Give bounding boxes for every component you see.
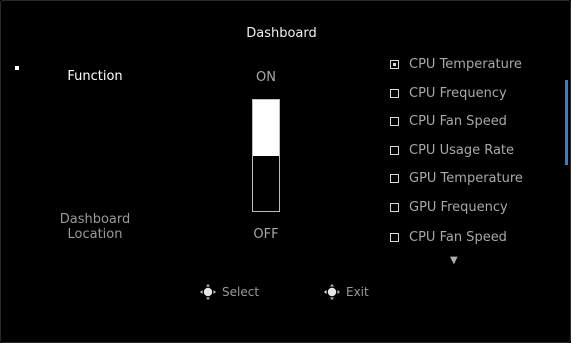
- option-item[interactable]: CPU Fan Speed: [390, 228, 507, 246]
- exit-hint: Exit: [323, 283, 369, 301]
- checkbox-icon[interactable]: [390, 232, 399, 242]
- toggle-fill: [253, 100, 279, 156]
- checkbox-checked-icon[interactable]: [390, 59, 399, 69]
- function-toggle[interactable]: [252, 99, 280, 212]
- checkbox-icon[interactable]: [390, 173, 399, 183]
- selection-marker: [15, 66, 19, 70]
- option-item[interactable]: CPU Frequency: [390, 84, 507, 102]
- exit-hint-label: Exit: [346, 285, 369, 299]
- option-label: GPU Frequency: [409, 199, 508, 215]
- checkbox-icon[interactable]: [390, 116, 399, 126]
- toggle-on-label[interactable]: ON: [246, 70, 286, 85]
- option-item[interactable]: CPU Temperature: [390, 55, 522, 73]
- scrollbar[interactable]: [565, 80, 568, 165]
- joystick-press-icon: [200, 284, 216, 300]
- checkbox-icon[interactable]: [390, 145, 399, 155]
- select-hint-label: Select: [222, 285, 260, 299]
- option-label: CPU Temperature: [409, 56, 522, 72]
- option-item[interactable]: GPU Temperature: [390, 169, 523, 187]
- option-item[interactable]: GPU Frequency: [390, 198, 508, 216]
- option-label: CPU Usage Rate: [409, 142, 515, 158]
- checkbox-icon[interactable]: [390, 202, 399, 212]
- more-down-arrow-icon[interactable]: ▼: [450, 255, 458, 266]
- checkbox-icon[interactable]: [390, 88, 399, 98]
- menu-item-dashboard-location[interactable]: Dashboard Location: [50, 212, 140, 242]
- option-label: CPU Fan Speed: [409, 113, 507, 129]
- option-item[interactable]: CPU Usage Rate: [390, 141, 514, 159]
- toggle-off-label[interactable]: OFF: [246, 227, 286, 242]
- joystick-move-icon: [324, 284, 340, 300]
- page-title: Dashboard: [246, 26, 317, 41]
- option-label: CPU Frequency: [409, 85, 507, 101]
- option-item[interactable]: CPU Fan Speed: [390, 112, 507, 130]
- select-hint: Select: [199, 283, 259, 301]
- menu-item-function[interactable]: Function: [55, 69, 135, 84]
- option-label: CPU Fan Speed: [409, 229, 507, 245]
- option-label: GPU Temperature: [409, 170, 523, 186]
